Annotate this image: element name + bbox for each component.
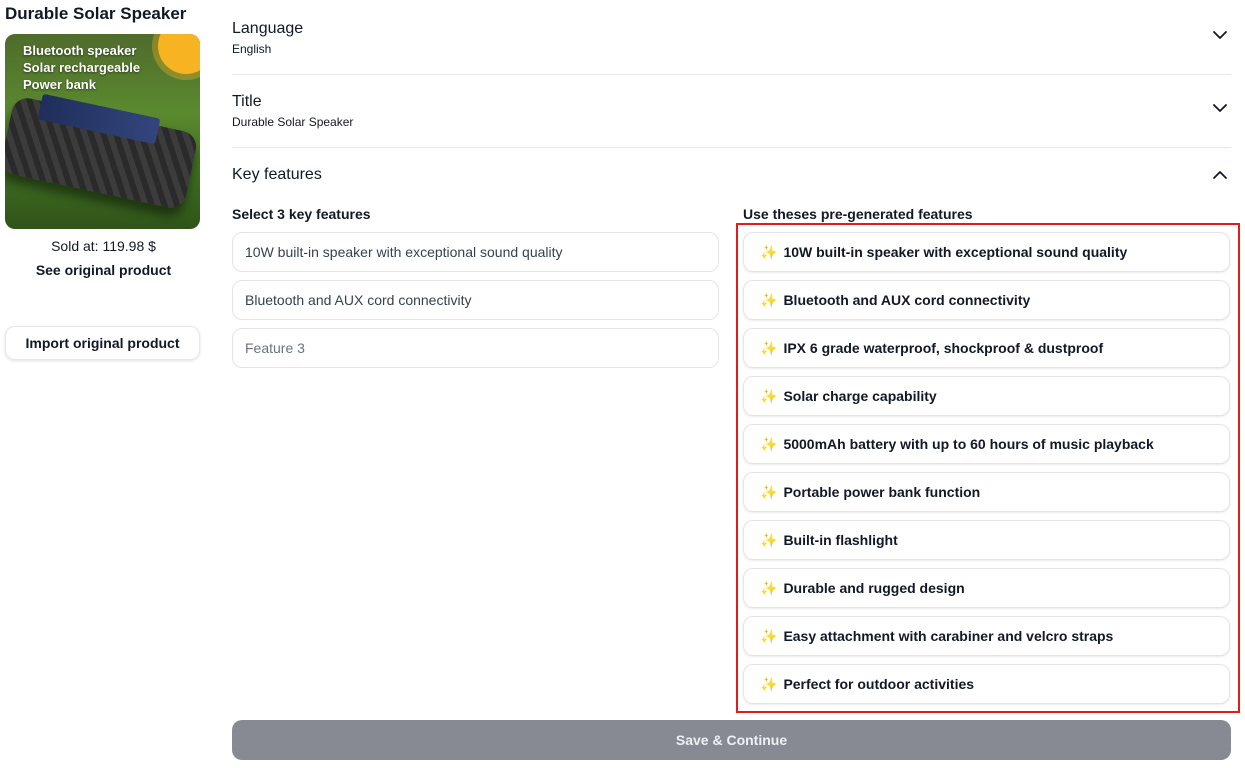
image-overlay-text: Bluetooth speaker Solar rechargeable Pow…	[23, 42, 140, 93]
language-section-header[interactable]: Language English	[232, 20, 1231, 56]
pregenerated-feature-label: 5000mAh battery with up to 60 hours of m…	[783, 436, 1154, 452]
see-original-product-link[interactable]: See original product	[5, 262, 202, 278]
pregenerated-feature-item[interactable]: ✨ Built-in flashlight	[743, 520, 1230, 560]
key-features-section-header[interactable]: Key features	[232, 166, 1231, 184]
feature-1-input[interactable]	[232, 232, 719, 272]
feature-3-input[interactable]	[232, 328, 719, 368]
sun-graphic	[158, 34, 200, 74]
image-line: Bluetooth speaker	[23, 43, 137, 58]
sparkle-icon: ✨	[760, 531, 778, 548]
pregenerated-feature-item[interactable]: ✨ Durable and rugged design	[743, 568, 1230, 608]
pregenerated-feature-label: Built-in flashlight	[783, 532, 898, 548]
pregenerated-feature-item[interactable]: ✨ IPX 6 grade waterproof, shockproof & d…	[743, 328, 1230, 368]
pregenerated-feature-item[interactable]: ✨ Bluetooth and AUX cord connectivity	[743, 280, 1230, 320]
pregenerated-feature-label: Easy attachment with carabiner and velcr…	[783, 628, 1114, 644]
language-value: English	[232, 42, 272, 56]
chevron-up-icon[interactable]	[1211, 166, 1229, 184]
key-features-section[interactable]: Key features	[232, 166, 1231, 184]
sold-at-price: Sold at: 119.98 $	[51, 238, 156, 254]
key-features-label: Key features	[232, 166, 322, 183]
title-section-header[interactable]: Title Durable Solar Speaker	[232, 93, 1231, 129]
sparkle-icon: ✨	[760, 483, 778, 500]
pregenerated-feature-label: Perfect for outdoor activities	[783, 676, 975, 692]
feature-2-input[interactable]	[232, 280, 719, 320]
sparkle-icon: ✨	[760, 243, 778, 260]
sparkle-icon: ✨	[760, 339, 778, 356]
pregenerated-feature-label: Solar charge capability	[783, 388, 937, 404]
image-line: Solar rechargeable	[23, 60, 141, 75]
divider	[232, 74, 1231, 75]
image-line: Power bank	[23, 77, 96, 92]
sparkle-icon: ✨	[760, 387, 778, 404]
sparkle-icon: ✨	[760, 675, 778, 692]
chevron-down-icon[interactable]	[1211, 99, 1229, 117]
pregenerated-feature-item[interactable]: ✨ Solar charge capability	[743, 376, 1230, 416]
save-continue-button[interactable]: Save & Continue	[232, 720, 1231, 760]
pregenerated-feature-item[interactable]: ✨ Easy attachment with carabiner and vel…	[743, 616, 1230, 656]
title-value: Durable Solar Speaker	[232, 115, 354, 129]
pregenerated-feature-item[interactable]: ✨ Portable power bank function	[743, 472, 1230, 512]
select-key-features-label: Select 3 key features	[232, 206, 371, 222]
language-section[interactable]: Language English	[232, 20, 1231, 56]
sparkle-icon: ✨	[760, 291, 778, 308]
sparkle-icon: ✨	[760, 627, 778, 644]
language-label: Language	[232, 20, 304, 37]
pregenerated-feature-label: Portable power bank function	[783, 484, 981, 500]
pregenerated-feature-item[interactable]: ✨ 5000mAh battery with up to 60 hours of…	[743, 424, 1230, 464]
pregenerated-feature-label: Bluetooth and AUX cord connectivity	[783, 292, 1031, 308]
pregenerated-features-label: Use theses pre-generated features	[743, 206, 973, 222]
title-label: Title	[232, 93, 262, 110]
chevron-down-icon[interactable]	[1211, 26, 1229, 44]
sparkle-icon: ✨	[760, 435, 778, 452]
product-title: Durable Solar Speaker	[5, 4, 187, 23]
pregenerated-feature-label: IPX 6 grade waterproof, shockproof & dus…	[783, 340, 1104, 356]
import-original-product-button[interactable]: Import original product	[5, 326, 200, 360]
sparkle-icon: ✨	[760, 579, 778, 596]
divider	[232, 147, 1231, 148]
pregenerated-feature-label: 10W built-in speaker with exceptional so…	[783, 244, 1128, 260]
title-section[interactable]: Title Durable Solar Speaker	[232, 93, 1231, 129]
pregenerated-feature-item[interactable]: ✨ Perfect for outdoor activities	[743, 664, 1230, 704]
pregenerated-feature-item[interactable]: ✨ 10W built-in speaker with exceptional …	[743, 232, 1230, 272]
pregenerated-feature-label: Durable and rugged design	[783, 580, 965, 596]
product-image: Bluetooth speaker Solar rechargeable Pow…	[5, 34, 200, 229]
